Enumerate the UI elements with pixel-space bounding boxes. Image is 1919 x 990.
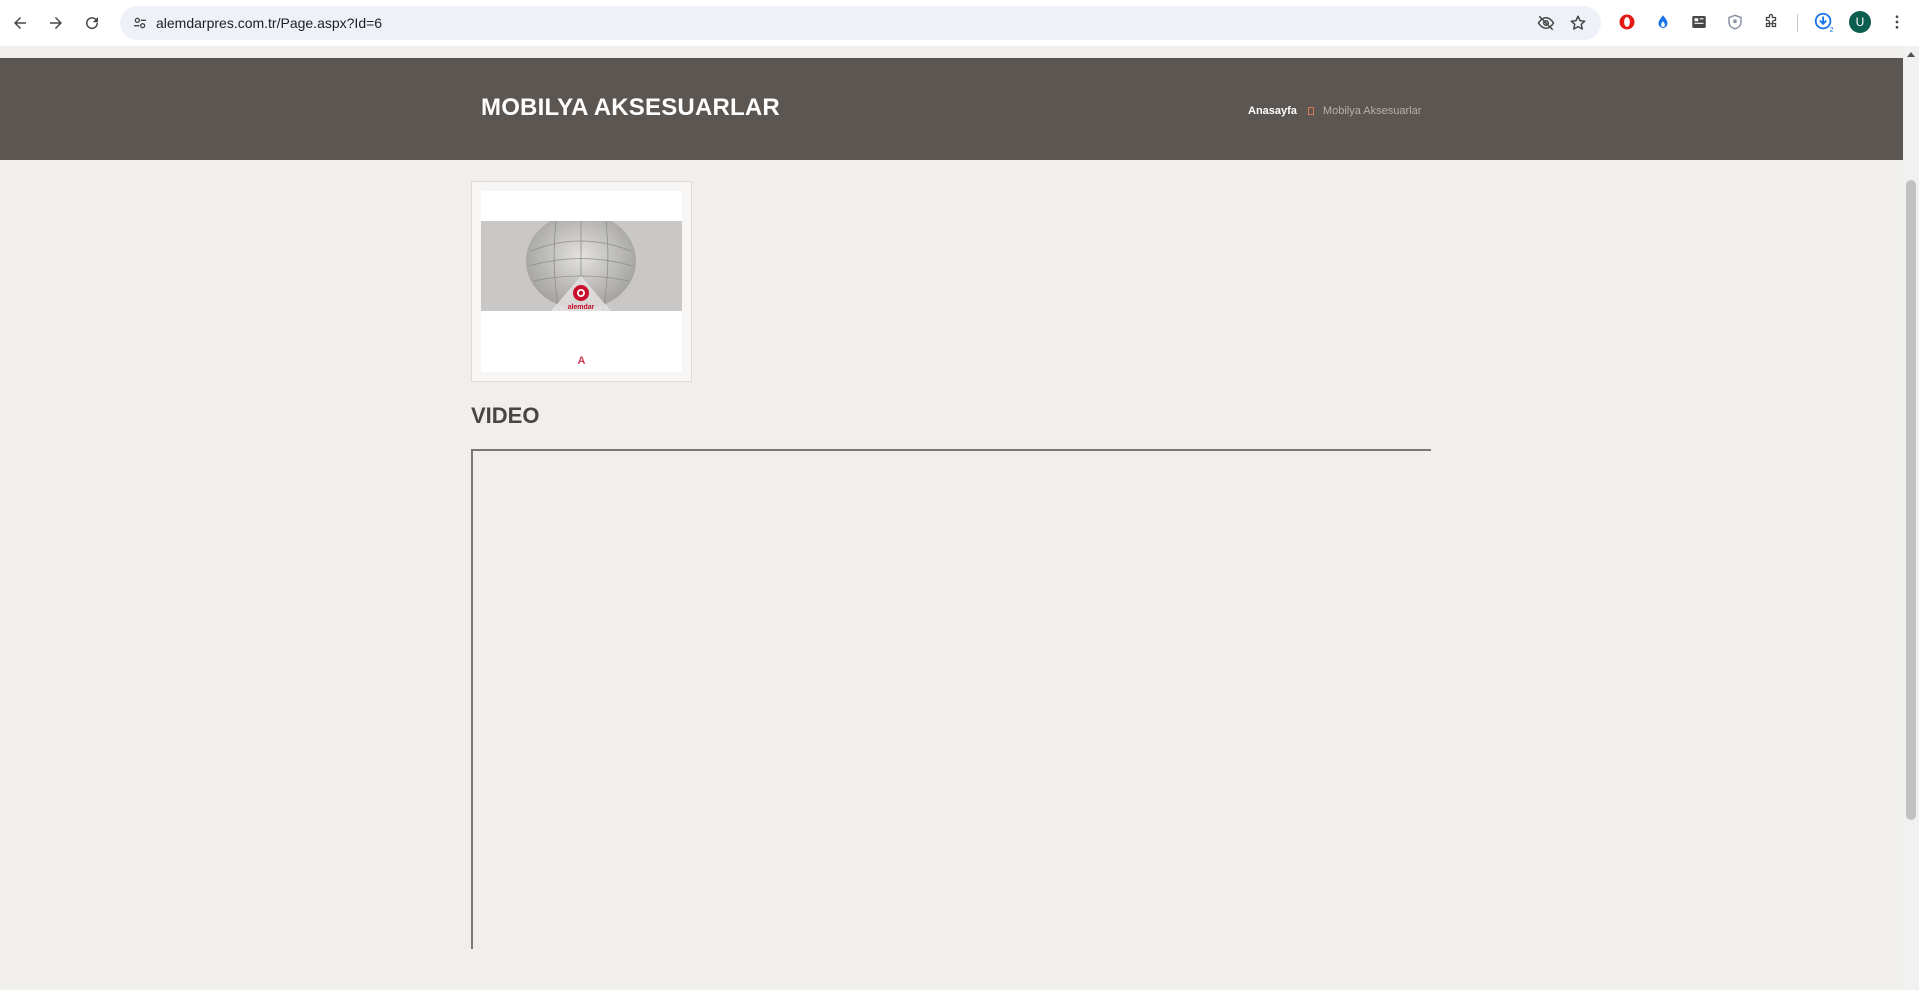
breadcrumb-current: Mobilya Aksesuarlar <box>1322 105 1422 117</box>
breadcrumb-separator-icon <box>1307 107 1314 115</box>
site-info-icon[interactable] <box>128 11 152 35</box>
toolbar-divider <box>1797 14 1798 32</box>
shield-icon[interactable] <box>1723 10 1747 34</box>
browser-toolbar: alemdarpres.com.tr/Page.aspx?Id=6 2 U <box>0 0 1919 46</box>
page-content: MOBILYA AKSESUARLAR Anasayfa Mobilya Aks… <box>0 46 1903 990</box>
page-title: MOBILYA AKSESUARLAR <box>481 94 780 121</box>
puzzle-icon[interactable] <box>1759 10 1783 34</box>
extension-flame-icon[interactable] <box>1651 10 1675 34</box>
product-card-inner: alemdar A <box>481 191 682 372</box>
star-icon[interactable] <box>1566 11 1590 35</box>
download-badge: 2 <box>1830 25 1834 33</box>
back-icon[interactable] <box>6 9 34 37</box>
breadcrumb-home-link[interactable]: Anasayfa <box>1248 105 1297 117</box>
video-section-title: VIDEO <box>471 403 540 428</box>
breadcrumb: Anasayfa Mobilya Aksesuarlar <box>1248 105 1421 117</box>
forward-icon[interactable] <box>42 9 70 37</box>
scrollbar-thumb[interactable] <box>1906 180 1916 820</box>
extension-sc-icon[interactable] <box>1687 10 1711 34</box>
address-bar[interactable]: alemdarpres.com.tr/Page.aspx?Id=6 <box>120 6 1601 40</box>
eye-off-icon[interactable] <box>1534 11 1558 35</box>
video-embed-frame[interactable] <box>471 449 1431 949</box>
page-scrollbar[interactable] <box>1903 46 1919 990</box>
more-icon[interactable] <box>1885 10 1909 34</box>
product-image[interactable]: alemdar <box>481 221 682 311</box>
opera-icon[interactable] <box>1615 10 1639 34</box>
product-card-caption[interactable]: A <box>481 355 682 367</box>
page-banner: MOBILYA AKSESUARLAR Anasayfa Mobilya Aks… <box>0 58 1903 160</box>
url-text[interactable]: alemdarpres.com.tr/Page.aspx?Id=6 <box>156 15 382 31</box>
avatar[interactable]: U <box>1849 11 1871 33</box>
reload-icon[interactable] <box>78 9 106 37</box>
logo-text: alemdar <box>568 304 595 311</box>
download-icon[interactable]: 2 <box>1812 10 1836 34</box>
scroll-up-arrow-icon[interactable] <box>1907 52 1915 57</box>
product-card[interactable]: alemdar A <box>471 181 692 382</box>
